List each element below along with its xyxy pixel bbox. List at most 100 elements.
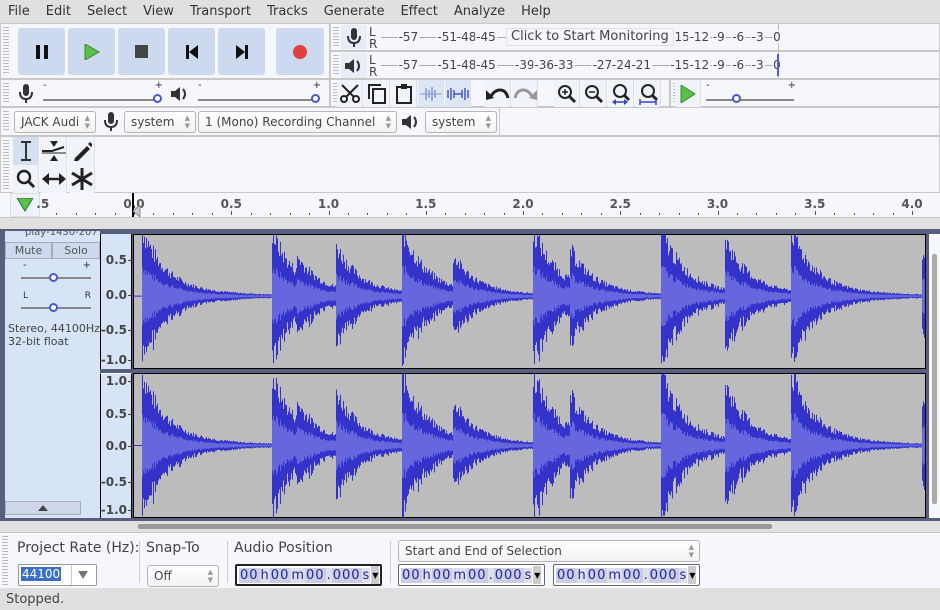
menu-analyze[interactable]: Analyze <box>446 0 513 23</box>
selection-end-field[interactable]: 00 h 00 m 00. 000 s ▼ <box>553 564 700 586</box>
slider-thumb[interactable] <box>49 273 58 282</box>
playback-speed-slider[interactable]: - + <box>706 80 798 104</box>
spin-arrows-icon: ▲ ▼ <box>84 114 90 130</box>
cut-button[interactable] <box>337 80 363 108</box>
zoom-in-button[interactable] <box>554 80 580 108</box>
slider-track <box>198 99 319 101</box>
recording-volume-slider[interactable]: - + <box>43 80 165 104</box>
track-name-button[interactable]: play-1430-207 <box>5 231 100 241</box>
toolbar-grip[interactable] <box>333 27 339 47</box>
draw-tool-button[interactable] <box>69 137 95 165</box>
collapse-track-button[interactable] <box>5 501 81 515</box>
channel1-waveform[interactable] <box>133 228 926 369</box>
copy-button[interactable] <box>364 80 390 108</box>
menu-file[interactable]: File <box>0 0 38 23</box>
menu-generate[interactable]: Generate <box>316 0 393 23</box>
dropdown-arrow-icon[interactable]: ▼ <box>533 566 542 584</box>
mute-button[interactable]: Mute <box>5 242 52 259</box>
multi-tool-button[interactable] <box>69 165 95 193</box>
skip-to-end-button[interactable] <box>218 28 265 75</box>
slider-thumb[interactable] <box>732 94 742 103</box>
milliseconds-value: 000 <box>493 567 524 583</box>
trim-audio-button[interactable] <box>418 80 444 108</box>
start-monitoring-prompt[interactable]: Click to Start Monitoring <box>506 28 674 46</box>
slider-min-label: - <box>706 80 710 91</box>
skip-to-start-button[interactable] <box>168 28 215 75</box>
playback-meter-button[interactable] <box>341 53 367 78</box>
toolbar-grip[interactable] <box>3 111 9 132</box>
record-meter[interactable]: -57 -51 -48 -45 -15 -12 -9 -6 -3 0 Click to Start… <box>381 24 782 50</box>
scrollbar-thumb[interactable] <box>932 254 937 504</box>
ruler-tick <box>484 213 486 215</box>
selection-mode-select[interactable]: Start and End of Selection ▲ ▼ <box>398 540 700 562</box>
record-meter-button[interactable] <box>341 25 367 50</box>
track-format-info: Stereo, 44100Hz <box>8 322 100 335</box>
solo-button[interactable]: Solo <box>52 242 100 259</box>
audio-position-field[interactable]: 00 h 00 m 00. 000 s ▼ <box>235 564 382 586</box>
toolbar-grip[interactable] <box>333 55 339 75</box>
menu-effect[interactable]: Effect <box>392 0 445 23</box>
channel2-waveform[interactable] <box>133 372 926 521</box>
ruler-tick <box>270 213 272 215</box>
playback-meter[interactable]: -57 -51 -48 -45 -39 -36 -33 -27 -24 -21 -15 -12 -9 -6… <box>381 52 782 78</box>
slider-thumb[interactable] <box>153 94 162 103</box>
meter-scale-label: -33 <box>552 58 575 72</box>
horizontal-scrollbar[interactable] <box>0 521 940 532</box>
selection-tool-button[interactable] <box>13 137 39 165</box>
fit-project-icon <box>638 84 658 105</box>
pause-button[interactable] <box>18 28 65 75</box>
speaker-icon <box>345 58 360 73</box>
zoom-tool-button[interactable] <box>13 165 39 193</box>
silence-audio-button[interactable] <box>445 80 471 108</box>
record-button[interactable] <box>276 28 324 75</box>
selection-start-field[interactable]: 00 h 00 m 00. 000 s ▼ <box>398 564 545 586</box>
zoom-out-button[interactable] <box>581 80 607 108</box>
time-shift-tool-button[interactable] <box>41 165 67 193</box>
playback-device-select[interactable]: system ▲ ▼ <box>425 111 497 133</box>
playback-volume-slider[interactable]: - + <box>198 80 323 104</box>
slider-thumb[interactable] <box>49 303 58 312</box>
menu-transport[interactable]: Transport <box>182 0 259 23</box>
menu-view[interactable]: View <box>135 0 182 23</box>
menu-edit[interactable]: Edit <box>38 0 79 23</box>
menu-tracks[interactable]: Tracks <box>259 0 316 23</box>
toolbar-grip[interactable] <box>3 140 9 189</box>
track-control-panel[interactable]: play-1430-207 Mute Solo - + L R Stereo, … <box>5 231 100 518</box>
play-button[interactable] <box>68 28 115 75</box>
stop-button[interactable] <box>118 28 165 75</box>
channel1-amplitude-scale[interactable]: 0.5 0.0 -0.5 -1.0 <box>100 234 132 369</box>
scrub-bar[interactable] <box>0 218 940 231</box>
paste-button[interactable] <box>391 80 417 108</box>
recording-device-select[interactable]: system ▲ ▼ <box>124 111 196 133</box>
timeline-ruler[interactable]: .5 0.0 0.5 1.0 1.5 2.0 2.5 3.0 3.5 4.0 <box>0 193 940 218</box>
menu-help[interactable]: Help <box>513 0 559 23</box>
slider-max-label: + <box>787 80 796 91</box>
paste-icon <box>395 84 412 104</box>
fit-selection-button[interactable] <box>608 80 634 108</box>
menu-select[interactable]: Select <box>79 0 135 23</box>
play-at-speed-button[interactable] <box>675 80 701 108</box>
redo-button[interactable] <box>512 80 538 108</box>
fit-project-button[interactable] <box>635 80 661 108</box>
snap-to-select[interactable]: Off ▲ ▼ <box>147 565 219 587</box>
slider-thumb[interactable] <box>311 94 320 103</box>
audio-host-select[interactable]: JACK Audi ▲ ▼ <box>14 111 96 133</box>
scrollbar-thumb[interactable] <box>138 524 772 529</box>
envelope-tool-button[interactable] <box>41 137 67 165</box>
project-rate-combo[interactable]: 44100 <box>18 564 97 586</box>
recording-channels-select[interactable]: 1 (Mono) Recording Channel ▲ ▼ <box>198 111 397 133</box>
channel2-amplitude-scale[interactable]: 1.0 0.5 0.0 -0.5 -1.0 <box>100 373 132 518</box>
undo-icon <box>485 88 509 100</box>
gain-slider[interactable]: - + <box>15 260 95 286</box>
ruler-tick <box>717 211 719 215</box>
toolbar-grip[interactable] <box>2 536 8 585</box>
project-rate-value[interactable]: 44100 <box>21 567 62 581</box>
pan-slider[interactable]: L R <box>15 291 95 316</box>
toolbar-grip[interactable] <box>3 83 9 103</box>
toolbar-grip[interactable] <box>3 27 9 75</box>
undo-button[interactable] <box>485 80 511 108</box>
dropdown-arrow-icon[interactable]: ▼ <box>688 566 697 584</box>
dropdown-arrow-icon[interactable]: ▼ <box>371 566 380 584</box>
vertical-scrollbar[interactable] <box>929 234 940 518</box>
playback-meter-toolbar: L R -57 -51 -48 -45 -39 -36 -33 -27 -24 -21 -15 -12… <box>330 51 940 79</box>
